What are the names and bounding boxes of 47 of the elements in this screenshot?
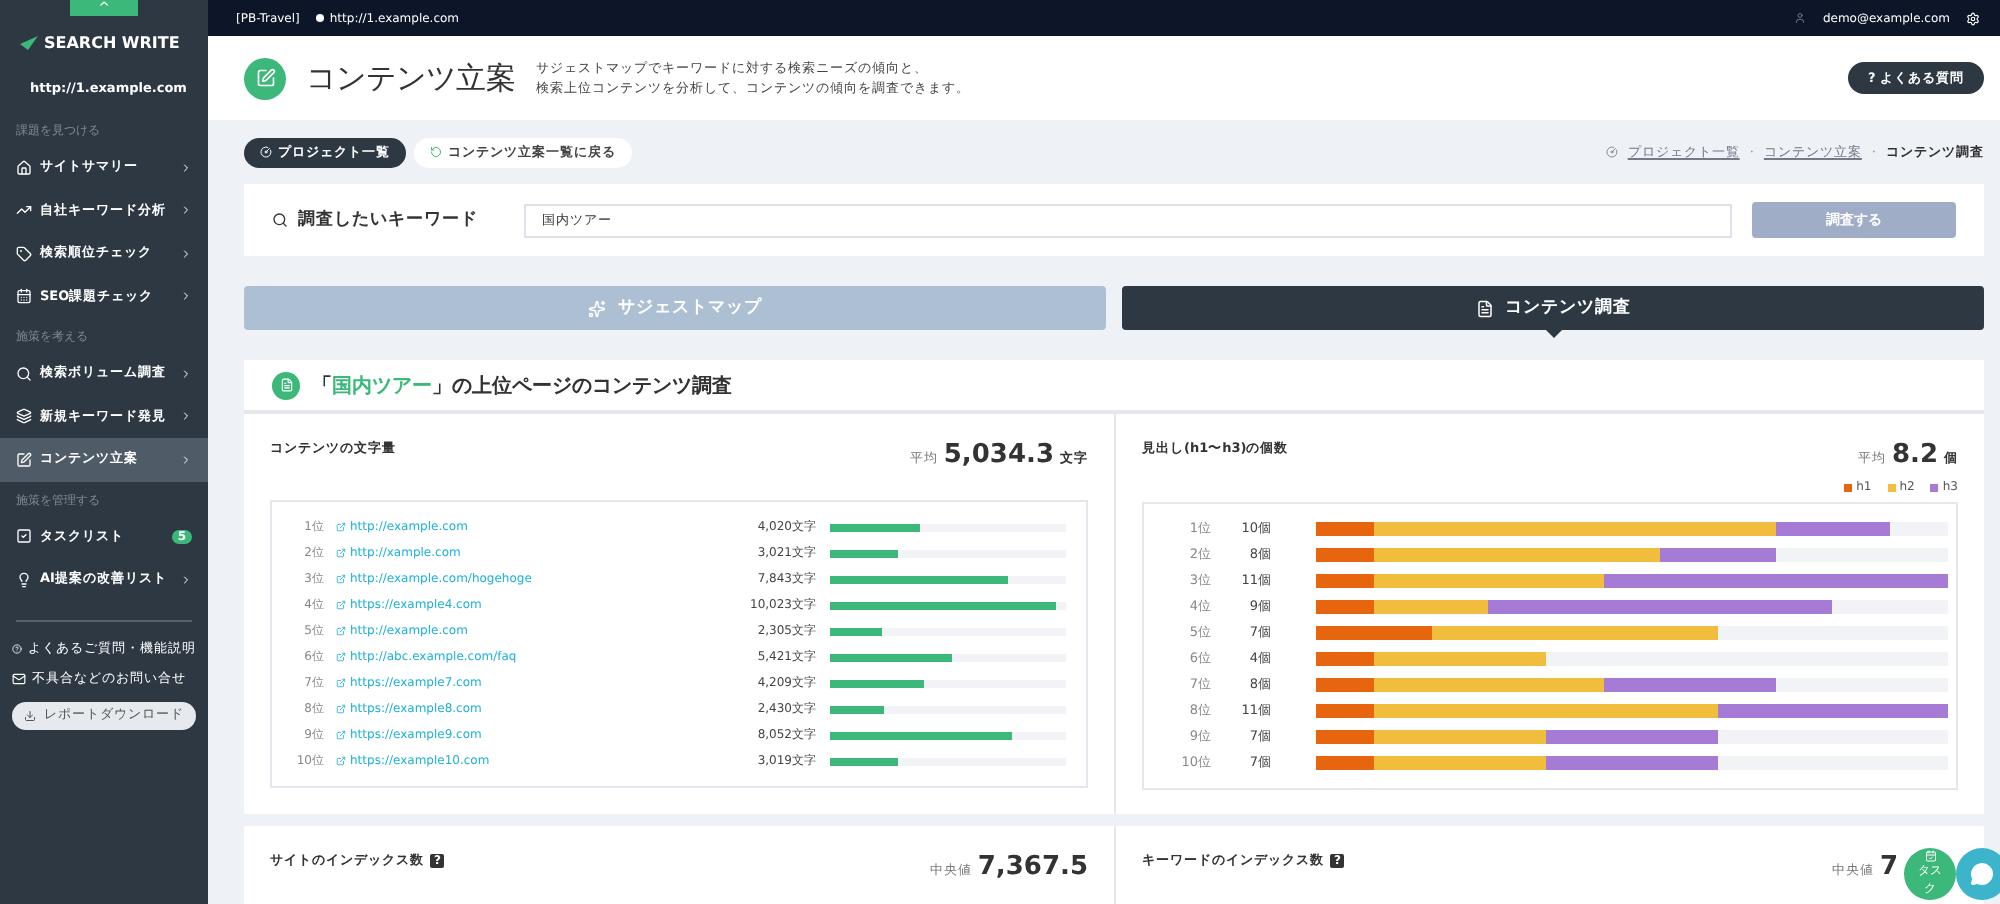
chat-icon xyxy=(1970,862,1994,886)
logo-text: SEARCH WRITE xyxy=(44,34,180,52)
calendar-icon xyxy=(1921,850,1939,862)
chevron-icon xyxy=(180,204,192,217)
calendar-icon xyxy=(16,288,32,305)
chevron-icon xyxy=(180,573,192,586)
gauge-icon xyxy=(1605,146,1618,158)
undo-icon xyxy=(430,146,442,158)
link-icon xyxy=(336,652,346,662)
gauge-icon xyxy=(260,146,272,158)
tag-icon xyxy=(16,245,32,262)
link-icon xyxy=(336,548,346,558)
link-icon xyxy=(336,756,346,766)
edit-icon xyxy=(244,57,286,99)
checkbox-icon xyxy=(16,528,32,545)
link-icon xyxy=(336,678,346,688)
mail-icon xyxy=(12,671,26,685)
lightbulb-icon xyxy=(16,571,32,588)
sparkle-icon xyxy=(588,299,606,317)
link-icon xyxy=(336,626,346,636)
link-icon xyxy=(336,522,346,532)
home-icon xyxy=(16,159,32,176)
logo-icon xyxy=(20,36,38,50)
section-title: 「国内ツアー」の上位ページのコンテンツ調査 xyxy=(312,372,732,399)
link-icon xyxy=(336,574,346,584)
keyword-label: 調査したいキーワード xyxy=(298,208,478,232)
layers-icon xyxy=(16,408,32,425)
link-icon xyxy=(336,730,346,740)
chevron-icon xyxy=(180,290,192,303)
chevron-icon xyxy=(180,161,192,174)
document-icon xyxy=(272,371,300,399)
search-icon xyxy=(272,212,288,228)
chevron-icon xyxy=(180,367,192,380)
trend-icon xyxy=(16,202,32,219)
download-icon xyxy=(24,709,36,721)
chevron-icon xyxy=(180,247,192,260)
user-icon xyxy=(1794,12,1807,24)
settings-icon[interactable] xyxy=(1966,11,1980,25)
edit-icon xyxy=(16,451,32,468)
link-icon xyxy=(336,600,346,610)
page-title: コンテンツ立案 xyxy=(306,59,516,97)
chevron-icon xyxy=(180,410,192,423)
link-icon xyxy=(336,704,346,714)
chevron-icon xyxy=(180,453,192,466)
help-icon xyxy=(12,641,22,655)
search-icon xyxy=(16,365,32,382)
document-icon xyxy=(1475,299,1493,317)
